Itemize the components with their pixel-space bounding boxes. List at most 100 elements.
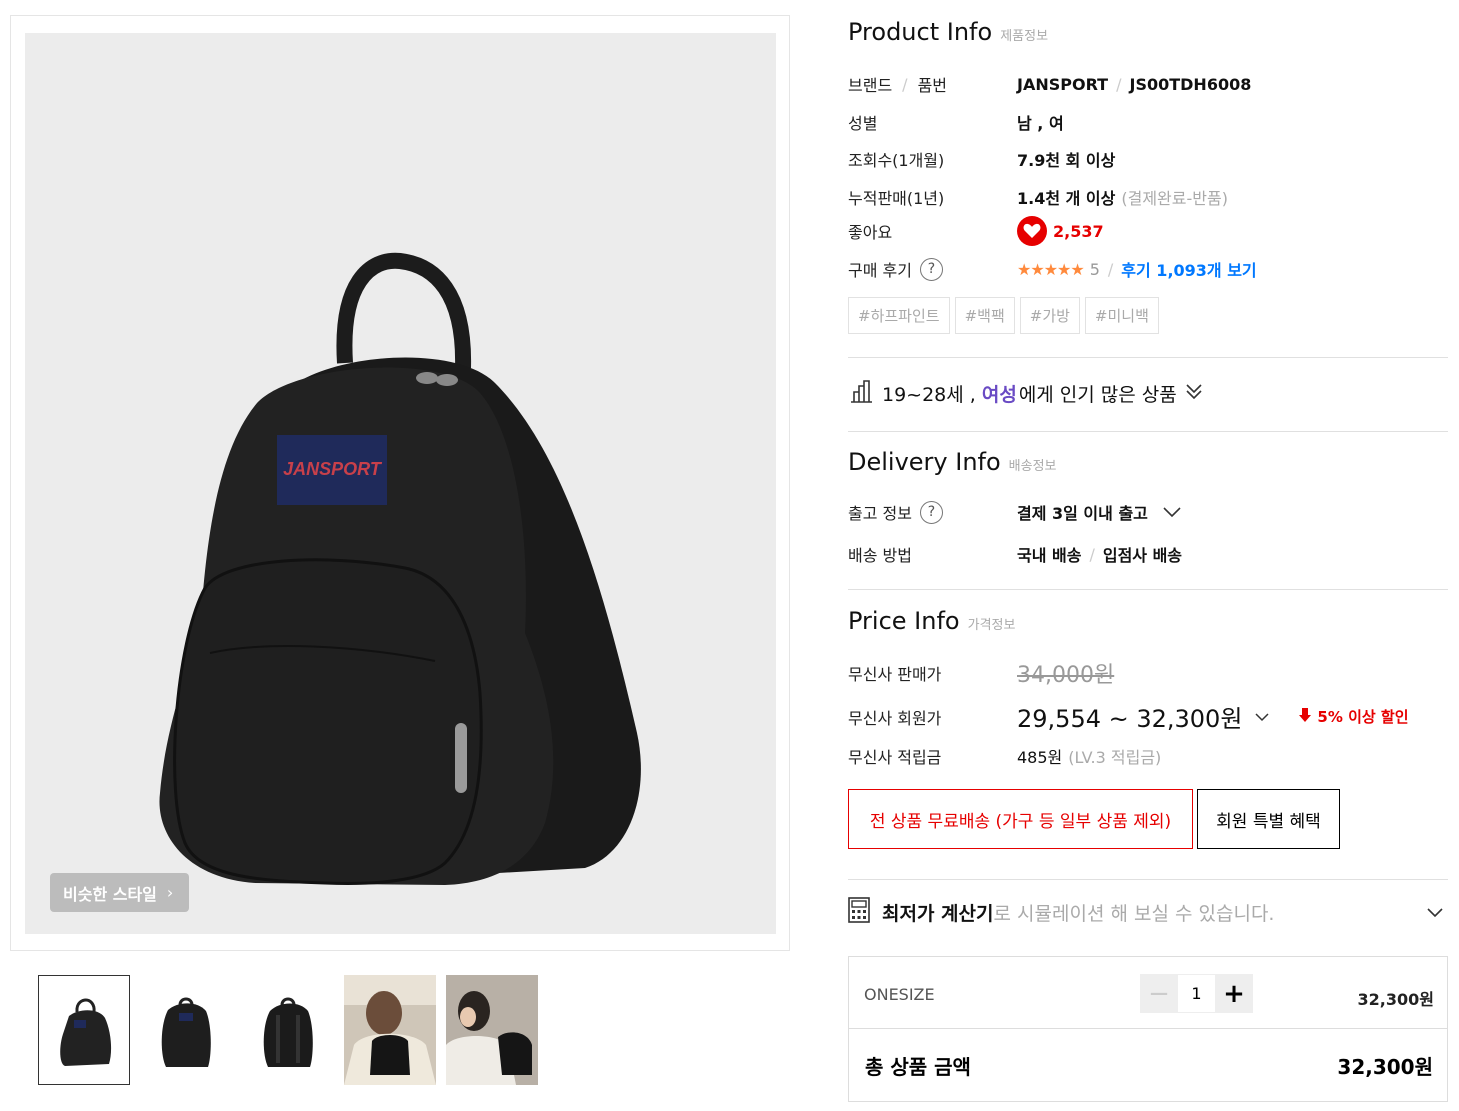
- points-note: (LV.3 적립금): [1068, 748, 1162, 767]
- main-image-frame: JANSPORT 비슷한 스타일 ›: [10, 15, 790, 951]
- brand-label: 브랜드 / 품번: [848, 72, 1017, 96]
- quantity-plus-button[interactable]: +: [1215, 974, 1253, 1013]
- divider: [848, 589, 1448, 590]
- similar-style-button[interactable]: 비슷한 스타일 ›: [50, 873, 190, 912]
- thumb-backpack-front: [40, 977, 129, 1084]
- thumbnail-4[interactable]: [344, 975, 436, 1085]
- bar-chart-icon: [848, 378, 874, 409]
- likes-count: 2,537: [1053, 221, 1104, 241]
- method-domestic: 국내 배송: [1017, 546, 1082, 565]
- product-code: JS00TDH6008: [1129, 74, 1252, 94]
- thumb-model-side: [446, 975, 538, 1085]
- quantity-input[interactable]: 1: [1178, 974, 1215, 1013]
- thumb-model-back: [344, 975, 436, 1085]
- views-label: 조회수(1개월): [848, 151, 945, 170]
- free-shipping-button[interactable]: 전 상품 무료배송 (가구 등 일부 상품 제외): [848, 789, 1193, 849]
- chevron-double-down-icon: [1185, 382, 1203, 405]
- thumbnail-5[interactable]: [446, 975, 538, 1085]
- total-label: 총 상품 금액: [865, 1055, 971, 1079]
- price-info-title: Price Info: [848, 607, 960, 635]
- gender-row: 성별 남 , 여: [848, 110, 1064, 134]
- quantity-minus-button[interactable]: −: [1140, 974, 1178, 1013]
- popular-toggle[interactable]: 19~28세 , 여성 에게 인기 많은 상품: [848, 378, 1203, 409]
- divider: [848, 431, 1448, 432]
- chevron-down-icon: [1426, 902, 1444, 924]
- review-label: 구매 후기 ?: [848, 257, 1017, 281]
- thumbnail-1[interactable]: [38, 975, 130, 1085]
- original-price: 34,000원: [1017, 663, 1115, 688]
- likes-label: 좋아요: [848, 223, 893, 242]
- help-icon[interactable]: ?: [919, 257, 943, 281]
- points-row: 무신사 적립금 485원 (LV.3 적립금): [848, 744, 1161, 768]
- quantity-stepper: − 1 +: [1140, 974, 1253, 1013]
- likes-value: 2,537: [1017, 216, 1104, 246]
- delivery-info-title: Delivery Info: [848, 448, 1001, 476]
- brand-row: 브랜드 / 품번 JANSPORT / JS00TDH6008: [848, 72, 1251, 96]
- price-info-header: Price Info 가격정보: [848, 607, 1015, 635]
- sales-value: 1.4천 개 이상 (결제완료-반품): [1017, 185, 1228, 209]
- thumbnail-list: [38, 975, 538, 1085]
- sales-note: (결제완료-반품): [1121, 189, 1228, 208]
- sales-label: 누적판매(1년): [848, 189, 945, 208]
- thumbnail-3[interactable]: [242, 975, 334, 1085]
- calculator-text: 로 시뮬레이션 해 보실 수 있습니다.: [993, 903, 1275, 925]
- selected-option-box: ONESIZE − 1 + 32,300원 총 상품 금액 32,300원: [848, 956, 1448, 1102]
- likes-row: 좋아요 2,537: [848, 216, 1104, 246]
- release-value[interactable]: 결제 3일 이내 출고: [1017, 500, 1182, 524]
- heart-icon[interactable]: [1017, 216, 1047, 246]
- calculator-title: 최저가 계산기: [882, 903, 994, 925]
- release-row: 출고 정보 ? 결제 3일 이내 출고: [848, 500, 1182, 524]
- main-product-image[interactable]: JANSPORT 비슷한 스타일 ›: [25, 33, 776, 934]
- discount-text: 5% 이상 할인: [1317, 708, 1409, 726]
- delivery-info-header: Delivery Info 배송정보: [848, 448, 1057, 476]
- sale-price-row: 무신사 판매가 34,000원: [848, 657, 1114, 689]
- option-name: ONESIZE: [864, 985, 935, 1004]
- chevron-down-icon: [1162, 503, 1182, 522]
- member-benefit-button[interactable]: 회원 특별 혜택: [1197, 789, 1340, 849]
- backpack-image: JANSPORT: [159, 252, 641, 885]
- sales-row: 누적판매(1년) 1.4천 개 이상 (결제완료-반품): [848, 185, 1228, 209]
- option-row: ONESIZE − 1 + 32,300원: [849, 957, 1447, 1029]
- product-info-header: Product Info 제품정보: [848, 18, 1048, 46]
- price-info-subtitle: 가격정보: [967, 618, 1016, 633]
- gender-label: 성별: [848, 114, 878, 133]
- release-text: 결제 3일 이내 출고: [1017, 504, 1148, 523]
- method-vendor: 입점사 배송: [1102, 546, 1183, 565]
- tag-item[interactable]: #백팩: [954, 297, 1015, 334]
- rating-value: 5: [1089, 259, 1100, 279]
- brand-label-text: 브랜드: [848, 76, 893, 95]
- points-amount: 485원: [1017, 748, 1063, 767]
- help-icon[interactable]: ?: [919, 500, 943, 524]
- discount-badge: 5% 이상 할인: [1298, 706, 1409, 727]
- member-price-label: 무신사 회원가: [848, 708, 942, 728]
- points-value: 485원 (LV.3 적립금): [1017, 744, 1161, 768]
- divider: [848, 879, 1448, 880]
- popular-age: 19~28세 ,: [882, 384, 976, 406]
- separator: /: [902, 74, 908, 94]
- tag-item[interactable]: #미니백: [1084, 297, 1159, 334]
- chevron-down-icon: [1254, 707, 1270, 726]
- tag-item[interactable]: #하프파인트: [848, 297, 950, 334]
- member-price-row: 무신사 회원가 29,554 ~ 32,300원 5% 이상 할인: [848, 699, 1409, 734]
- option-price: 32,300원: [1357, 990, 1434, 1009]
- thumbnail-2[interactable]: [140, 975, 232, 1085]
- separator: /: [1116, 74, 1122, 94]
- review-value: ★★★★★ 5 / 후기 1,093개 보기: [1017, 257, 1257, 281]
- member-price: 29,554 ~ 32,300원: [1017, 705, 1243, 733]
- price-calculator-toggle[interactable]: 최저가 계산기 로 시뮬레이션 해 보실 수 있습니다.: [848, 897, 1448, 928]
- review-row: 구매 후기 ? ★★★★★ 5 / 후기 1,093개 보기: [848, 257, 1257, 281]
- thumb-backpack-side: [161, 997, 211, 1067]
- brand-link[interactable]: JANSPORT: [1017, 75, 1108, 94]
- views-value: 7.9천 회 이상: [1017, 151, 1116, 170]
- member-price-value[interactable]: 29,554 ~ 32,300원 5% 이상 할인: [1017, 699, 1409, 734]
- brand-value: JANSPORT / JS00TDH6008: [1017, 75, 1251, 94]
- method-label: 배송 방법: [848, 546, 912, 565]
- review-link[interactable]: 후기 1,093개 보기: [1121, 257, 1256, 281]
- similar-style-label: 비슷한 스타일: [63, 884, 157, 904]
- method-value: 국내 배송 / 입점사 배송: [1017, 542, 1182, 566]
- chevron-right-icon: ›: [166, 883, 174, 902]
- code-label-text: 품번: [917, 76, 948, 95]
- delivery-info-subtitle: 배송정보: [1008, 459, 1057, 474]
- views-row: 조회수(1개월) 7.9천 회 이상: [848, 147, 1115, 171]
- tag-item[interactable]: #가방: [1019, 297, 1080, 334]
